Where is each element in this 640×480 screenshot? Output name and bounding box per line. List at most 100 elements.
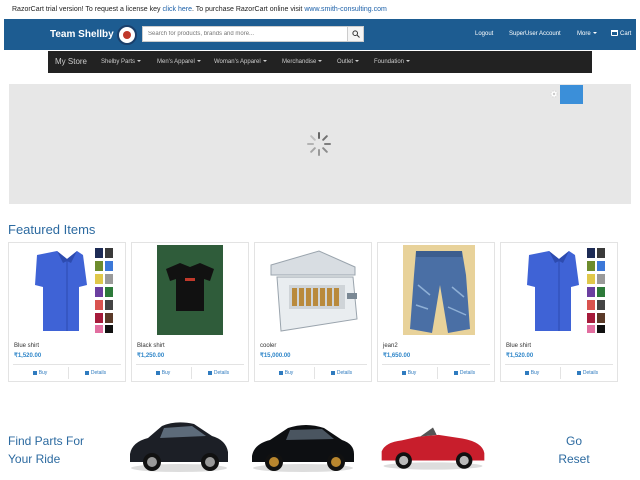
chevron-down-icon: [196, 60, 201, 63]
find-parts-title: Find Parts For Your Ride: [8, 432, 118, 468]
product-card: Black shirt ₹1,250.00 Buy Details: [131, 242, 249, 382]
list-icon: [330, 370, 335, 375]
search-button[interactable]: [347, 27, 363, 41]
cart-label: Cart: [620, 31, 632, 37]
shelby-logo[interactable]: [117, 25, 137, 45]
red-convertible-image[interactable]: [378, 412, 488, 476]
license-link[interactable]: click here: [162, 6, 192, 13]
product-price: ₹1,650.00: [383, 353, 411, 359]
product-card: Blue shirt ₹1,520.00 Buy Details: [500, 242, 618, 382]
details-label: Details: [90, 370, 107, 376]
details-button[interactable]: Details: [191, 367, 245, 379]
product-card: jean2 ₹1,650.00 Buy Details: [377, 242, 495, 382]
category-nav: My Store Shelby Parts Men's Apparel Woma…: [48, 51, 592, 73]
cart-icon: [155, 370, 160, 375]
product-card: cooler ₹15,000.00 Buy Details: [254, 242, 372, 382]
nav-item-womans-apparel[interactable]: Woman's Apparel: [214, 51, 267, 73]
details-label: Details: [459, 370, 476, 376]
black-shirt-image[interactable]: [136, 245, 244, 335]
details-label: Details: [213, 370, 230, 376]
search-box: [142, 26, 364, 42]
hero-slider: [9, 84, 631, 204]
slider-settings-button[interactable]: [560, 85, 583, 104]
blue-shirt-image[interactable]: [13, 245, 121, 335]
buy-label: Buy: [530, 370, 540, 376]
buy-button[interactable]: Buy: [259, 367, 313, 379]
cart-icon: [32, 370, 37, 375]
go-button[interactable]: Go: [556, 432, 592, 450]
sedan-car-image[interactable]: [124, 412, 234, 476]
product-name[interactable]: Black shirt: [137, 343, 165, 349]
nav-item-outlet[interactable]: Outlet: [337, 51, 360, 73]
buy-button[interactable]: Buy: [136, 367, 190, 379]
nav-item-label: Outlet: [337, 59, 354, 65]
product-name[interactable]: Blue shirt: [506, 343, 531, 349]
buy-button[interactable]: Buy: [13, 367, 67, 379]
details-button[interactable]: Details: [68, 367, 122, 379]
details-label: Details: [582, 370, 599, 376]
more-label: More: [577, 31, 591, 37]
cart-icon: [524, 370, 529, 375]
chevron-down-icon: [137, 60, 142, 63]
details-button[interactable]: Details: [560, 367, 614, 379]
list-icon: [207, 370, 212, 375]
smith-consulting-link[interactable]: www.smith-consulting.com: [304, 6, 386, 13]
nav-item-foundation[interactable]: Foundation: [374, 51, 411, 73]
jeans-image[interactable]: [382, 245, 490, 335]
buy-label: Buy: [407, 370, 417, 376]
product-price: ₹15,000.00: [260, 353, 291, 359]
product-name[interactable]: Blue shirt: [14, 343, 39, 349]
chevron-down-icon: [592, 32, 597, 35]
divider: [13, 364, 121, 365]
buy-button[interactable]: Buy: [505, 367, 559, 379]
buy-button[interactable]: Buy: [382, 367, 436, 379]
nav-item-label: Woman's Apparel: [214, 59, 261, 65]
trial-text-b: . To purchase RazorCart online visit: [192, 6, 305, 13]
gear-icon[interactable]: [549, 89, 559, 99]
more-dropdown[interactable]: More: [577, 19, 597, 50]
nav-item-label: Shelby Parts: [101, 59, 136, 65]
finder-actions: Go Reset: [556, 432, 592, 468]
chevron-down-icon: [355, 60, 360, 63]
list-icon: [453, 370, 458, 375]
buy-label: Buy: [284, 370, 294, 376]
reset-button[interactable]: Reset: [556, 450, 592, 468]
chevron-down-icon: [406, 60, 411, 63]
divider: [136, 364, 244, 365]
cart-link[interactable]: Cart: [611, 19, 631, 50]
divider: [259, 364, 367, 365]
find-parts-line1: Find Parts For: [8, 434, 85, 448]
buy-label: Buy: [161, 370, 171, 376]
product-price: ₹1,250.00: [137, 353, 165, 359]
nav-item-merchandise[interactable]: Merchandise: [282, 51, 323, 73]
brand-name[interactable]: Team Shellby: [50, 19, 114, 50]
product-name[interactable]: cooler: [260, 343, 276, 349]
cart-icon: [611, 30, 618, 37]
product-name[interactable]: jean2: [383, 343, 398, 349]
product-price: ₹1,520.00: [14, 353, 42, 359]
trial-text-a: RazorCart trial version! To request a li…: [12, 6, 163, 13]
loading-spinner-icon: [307, 132, 331, 156]
nav-item-shelby-parts[interactable]: Shelby Parts: [101, 51, 142, 73]
buy-label: Buy: [38, 370, 48, 376]
chevron-down-icon: [262, 60, 267, 63]
search-input[interactable]: [143, 27, 347, 41]
cooler-image[interactable]: [259, 245, 367, 335]
nav-my-store[interactable]: My Store: [55, 51, 87, 73]
nav-item-label: Foundation: [374, 59, 405, 65]
search-icon: [352, 30, 360, 38]
logout-link[interactable]: Logout: [475, 19, 493, 50]
nav-item-label: Merchandise: [282, 59, 317, 65]
cart-icon: [401, 370, 406, 375]
nav-item-mens-apparel[interactable]: Men's Apparel: [157, 51, 201, 73]
details-button[interactable]: Details: [437, 367, 491, 379]
account-link[interactable]: SuperUser Account: [509, 19, 561, 50]
details-button[interactable]: Details: [314, 367, 368, 379]
find-parts-line2: Your Ride: [8, 452, 61, 466]
blue-shirt-image[interactable]: [505, 245, 613, 335]
chevron-down-icon: [318, 60, 323, 63]
details-label: Details: [336, 370, 353, 376]
cart-icon: [278, 370, 283, 375]
list-icon: [576, 370, 581, 375]
sports-car-image[interactable]: [248, 412, 358, 476]
